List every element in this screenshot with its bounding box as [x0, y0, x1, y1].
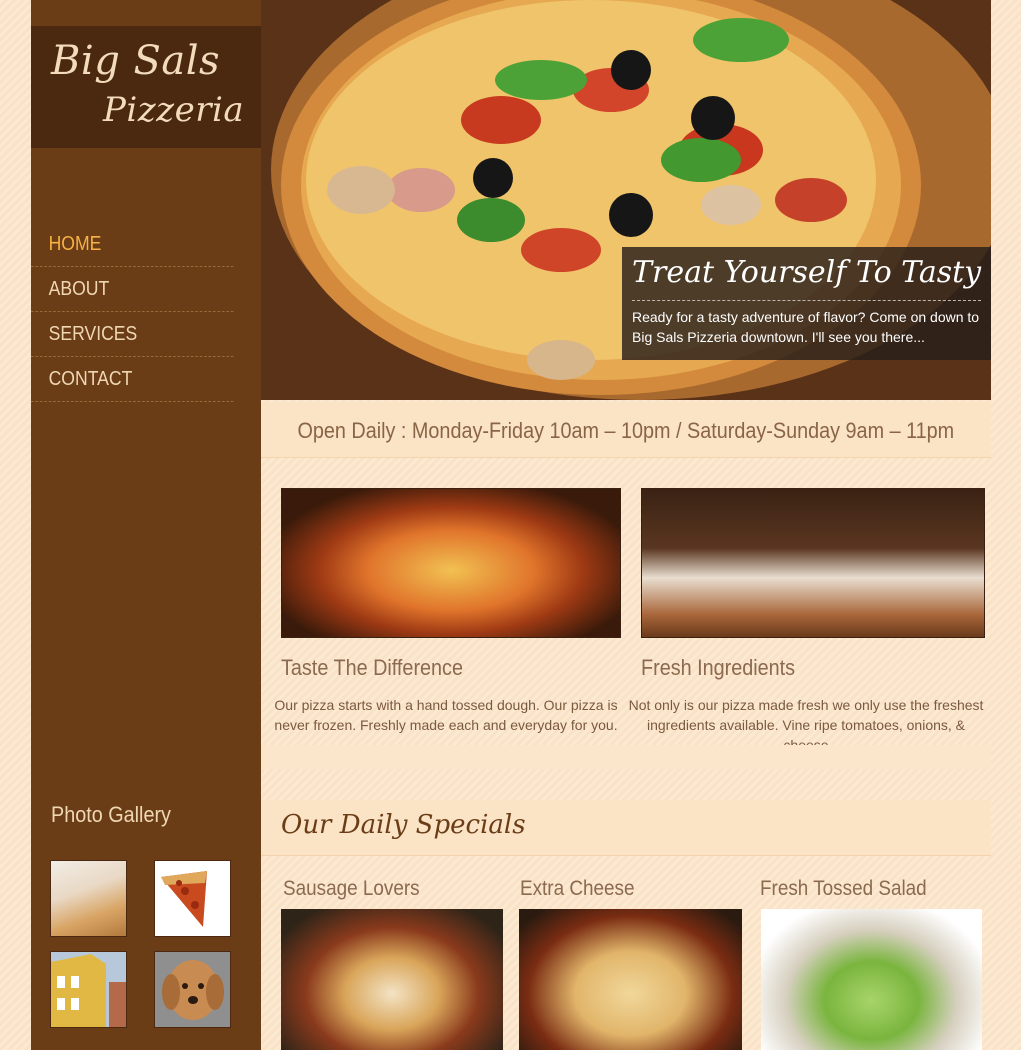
feature-text-taste: Our pizza starts with a hand tossed doug…: [274, 697, 618, 733]
gallery-thumb-dough[interactable]: [50, 860, 127, 937]
section-divider: [261, 745, 991, 769]
gallery-thumb-pizza-slice[interactable]: [154, 860, 231, 937]
nav-item-services[interactable]: SERVICES: [31, 312, 234, 357]
special-image-sausage-lovers[interactable]: [281, 909, 503, 1050]
hero-banner: Treat Yourself To Tasty Ready for a tast…: [261, 0, 991, 400]
building-image: [51, 952, 126, 1027]
special-title-fresh-tossed-salad: Fresh Tossed Salad: [760, 877, 927, 900]
specials-header: Our Daily Specials: [261, 800, 991, 856]
feature-image-ingredients: [641, 488, 985, 638]
special-title-sausage-lovers: Sausage Lovers: [283, 877, 420, 900]
dog-image: [155, 952, 230, 1027]
hero-text: Ready for a tasty adventure of flavor? C…: [632, 309, 980, 345]
logo-line-1: Big Sals: [51, 38, 221, 84]
logo[interactable]: Big Sals Pizzeria: [31, 26, 261, 148]
feature-title-ingredients: Fresh Ingredients: [641, 655, 796, 680]
logo-line-2: Pizzeria: [103, 90, 245, 130]
special-image-extra-cheese[interactable]: [519, 909, 742, 1050]
special-image-fresh-tossed-salad[interactable]: [761, 909, 982, 1050]
gallery-title: Photo Gallery: [51, 802, 171, 827]
nav-item-home[interactable]: HOME: [31, 222, 234, 267]
nav-item-about[interactable]: ABOUT: [31, 267, 234, 312]
gallery-thumb-dog[interactable]: [154, 951, 231, 1028]
opening-hours-text: Open Daily : Monday-Friday 10am – 10pm /…: [297, 418, 955, 443]
hero-caption: Treat Yourself To Tasty Ready for a tast…: [622, 247, 991, 360]
hero-title: Treat Yourself To Tasty: [632, 255, 981, 301]
special-title-extra-cheese: Extra Cheese: [520, 877, 635, 900]
feature-title-taste: Taste The Difference: [281, 655, 463, 680]
feature-image-pizza: [281, 488, 621, 638]
pizza-slice-image: [161, 871, 207, 927]
sidebar-topbar: [31, 0, 261, 26]
gallery-thumb-building[interactable]: [50, 951, 127, 1028]
nav-item-contact[interactable]: CONTACT: [31, 357, 234, 402]
opening-hours-bar: Open Daily : Monday-Friday 10am – 10pm /…: [261, 402, 991, 458]
specials-title: Our Daily Specials: [281, 810, 526, 840]
main-nav: HOME ABOUT SERVICES CONTACT: [31, 222, 261, 402]
